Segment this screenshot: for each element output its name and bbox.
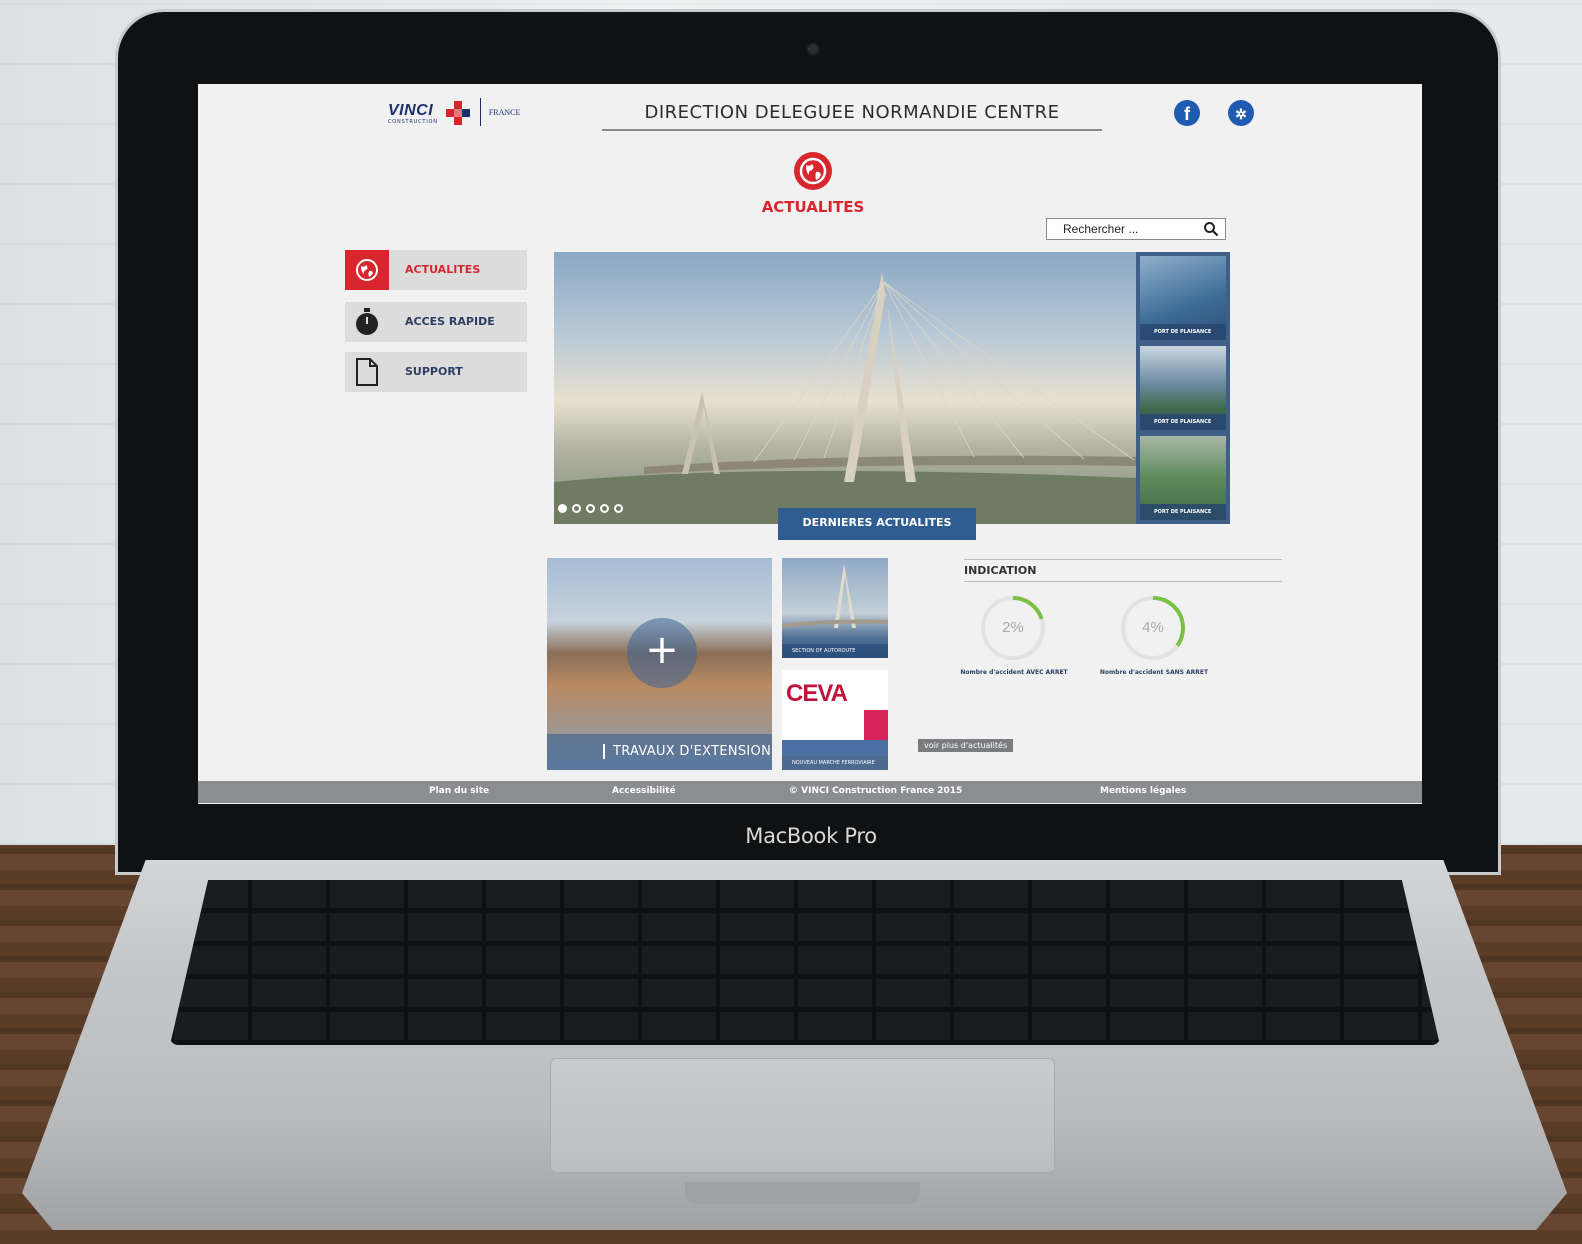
- globe-icon: [345, 250, 389, 290]
- tile-caption: TRAVAUX D'EXTENSION: [603, 744, 771, 759]
- search-input[interactable]: Rechercher ...: [1046, 218, 1226, 240]
- globe-icon: [794, 152, 832, 190]
- logo-region: FRANCE: [488, 107, 521, 117]
- thumbnail[interactable]: PORT DE PLAISANCE: [1140, 346, 1226, 430]
- news-tile-ceva[interactable]: CEVA NOUVEAU MARCHE FERROVIAIRE: [782, 670, 888, 770]
- carousel-dot[interactable]: [558, 504, 567, 513]
- indication-panel: INDICATION 2% Nombre d'accident AVEC ARR…: [960, 559, 1282, 676]
- section-title: ACTUALITES: [761, 198, 865, 216]
- bridge-thumbnail: [782, 564, 888, 628]
- footer-link-plan[interactable]: Plan du site: [429, 786, 489, 796]
- sidebar-item-actualites[interactable]: ACTUALITES: [345, 250, 527, 290]
- thumbnail[interactable]: PORT DE PLAISANCE: [1140, 256, 1226, 340]
- keyboard: [170, 880, 1440, 1045]
- footer-link-mentions[interactable]: Mentions légales: [1100, 786, 1186, 796]
- vinci-cross-icon: [445, 101, 470, 125]
- latest-news-button[interactable]: DERNIERES ACTUALITES: [778, 508, 976, 540]
- camera-icon: [808, 44, 818, 54]
- lid-notch: [685, 1182, 920, 1204]
- sidebar-item-label: ACCES RAPIDE: [405, 315, 495, 328]
- sidebar-item-label: SUPPORT: [405, 365, 463, 378]
- stopwatch-icon: [345, 302, 389, 342]
- trackpad: [550, 1058, 1055, 1173]
- ceva-illustration: [782, 710, 888, 756]
- sidebar-item-support[interactable]: SUPPORT: [345, 352, 527, 392]
- news-tile-extension[interactable]: + TRAVAUX D'EXTENSION: [547, 558, 772, 770]
- carousel-dot[interactable]: [600, 504, 609, 513]
- gauge-avec-arret: 2%: [980, 595, 1046, 661]
- carousel-dot[interactable]: [586, 504, 595, 513]
- footer-copyright: © VINCI Construction France 2015: [789, 786, 963, 796]
- gauge-value: 2%: [1002, 619, 1024, 636]
- share-icon[interactable]: ✲: [1228, 100, 1254, 126]
- thumbnail-caption: PORT DE PLAISANCE: [1140, 414, 1226, 430]
- news-tile-autoroute[interactable]: SECTION OF AUTOROUTE: [782, 558, 888, 658]
- logo-separator: [479, 98, 481, 126]
- carousel-image[interactable]: [554, 252, 1136, 524]
- logo-text: VINCI: [388, 101, 434, 119]
- carousel-dot[interactable]: [614, 504, 623, 513]
- laptop-brand-label: MacBook Pro: [745, 824, 877, 848]
- gauge-sans-arret: 4%: [1120, 595, 1186, 661]
- tile-caption-bar: TRAVAUX D'EXTENSION: [547, 734, 772, 770]
- screen: VINCI CONSTRUCTION FRANCE DIRECTION DELE…: [198, 84, 1422, 804]
- logo-sub: CONSTRUCTION: [388, 118, 438, 125]
- thumbnail-caption: PORT DE PLAISANCE: [1140, 324, 1226, 340]
- document-icon: [345, 352, 389, 392]
- gauge-label: Nombre d'accident AVEC ARRET: [960, 669, 1068, 676]
- carousel-dot[interactable]: [572, 504, 581, 513]
- more-news-link[interactable]: voir plus d'actualités: [918, 739, 1014, 752]
- thumbnail[interactable]: PORT DE PLAISANCE: [1140, 436, 1226, 520]
- tile-caption: NOUVEAU MARCHE FERROVIAIRE: [782, 756, 888, 770]
- thumbnail-caption: PORT DE PLAISANCE: [1140, 504, 1226, 520]
- carousel-dots[interactable]: [558, 504, 623, 513]
- sidebar-item-label: ACTUALITES: [405, 263, 481, 276]
- plus-icon[interactable]: +: [627, 618, 697, 688]
- gauge-label: Nombre d'accident SANS ARRET: [1099, 669, 1209, 676]
- footer: Plan du site Accessibilité © VINCI Const…: [198, 781, 1422, 803]
- gauge-value: 4%: [1142, 619, 1164, 636]
- sidebar-item-acces-rapide[interactable]: ACCES RAPIDE: [345, 302, 527, 342]
- carousel-thumbnails: PORT DE PLAISANCE PORT DE PLAISANCE PORT…: [1136, 252, 1230, 524]
- facebook-icon[interactable]: f: [1174, 100, 1200, 126]
- bridge-illustration: [554, 272, 1136, 524]
- search-icon[interactable]: [1203, 221, 1219, 237]
- tile-caption: SECTION OF AUTOROUTE: [782, 644, 888, 658]
- vinci-logo[interactable]: VINCI CONSTRUCTION FRANCE: [388, 98, 520, 126]
- footer-link-accessibilite[interactable]: Accessibilité: [612, 786, 676, 796]
- search-placeholder: Rechercher ...: [1063, 222, 1139, 236]
- page-title: DIRECTION DELEGUEE NORMANDIE CENTRE: [602, 102, 1102, 131]
- indication-title: INDICATION: [964, 559, 1282, 582]
